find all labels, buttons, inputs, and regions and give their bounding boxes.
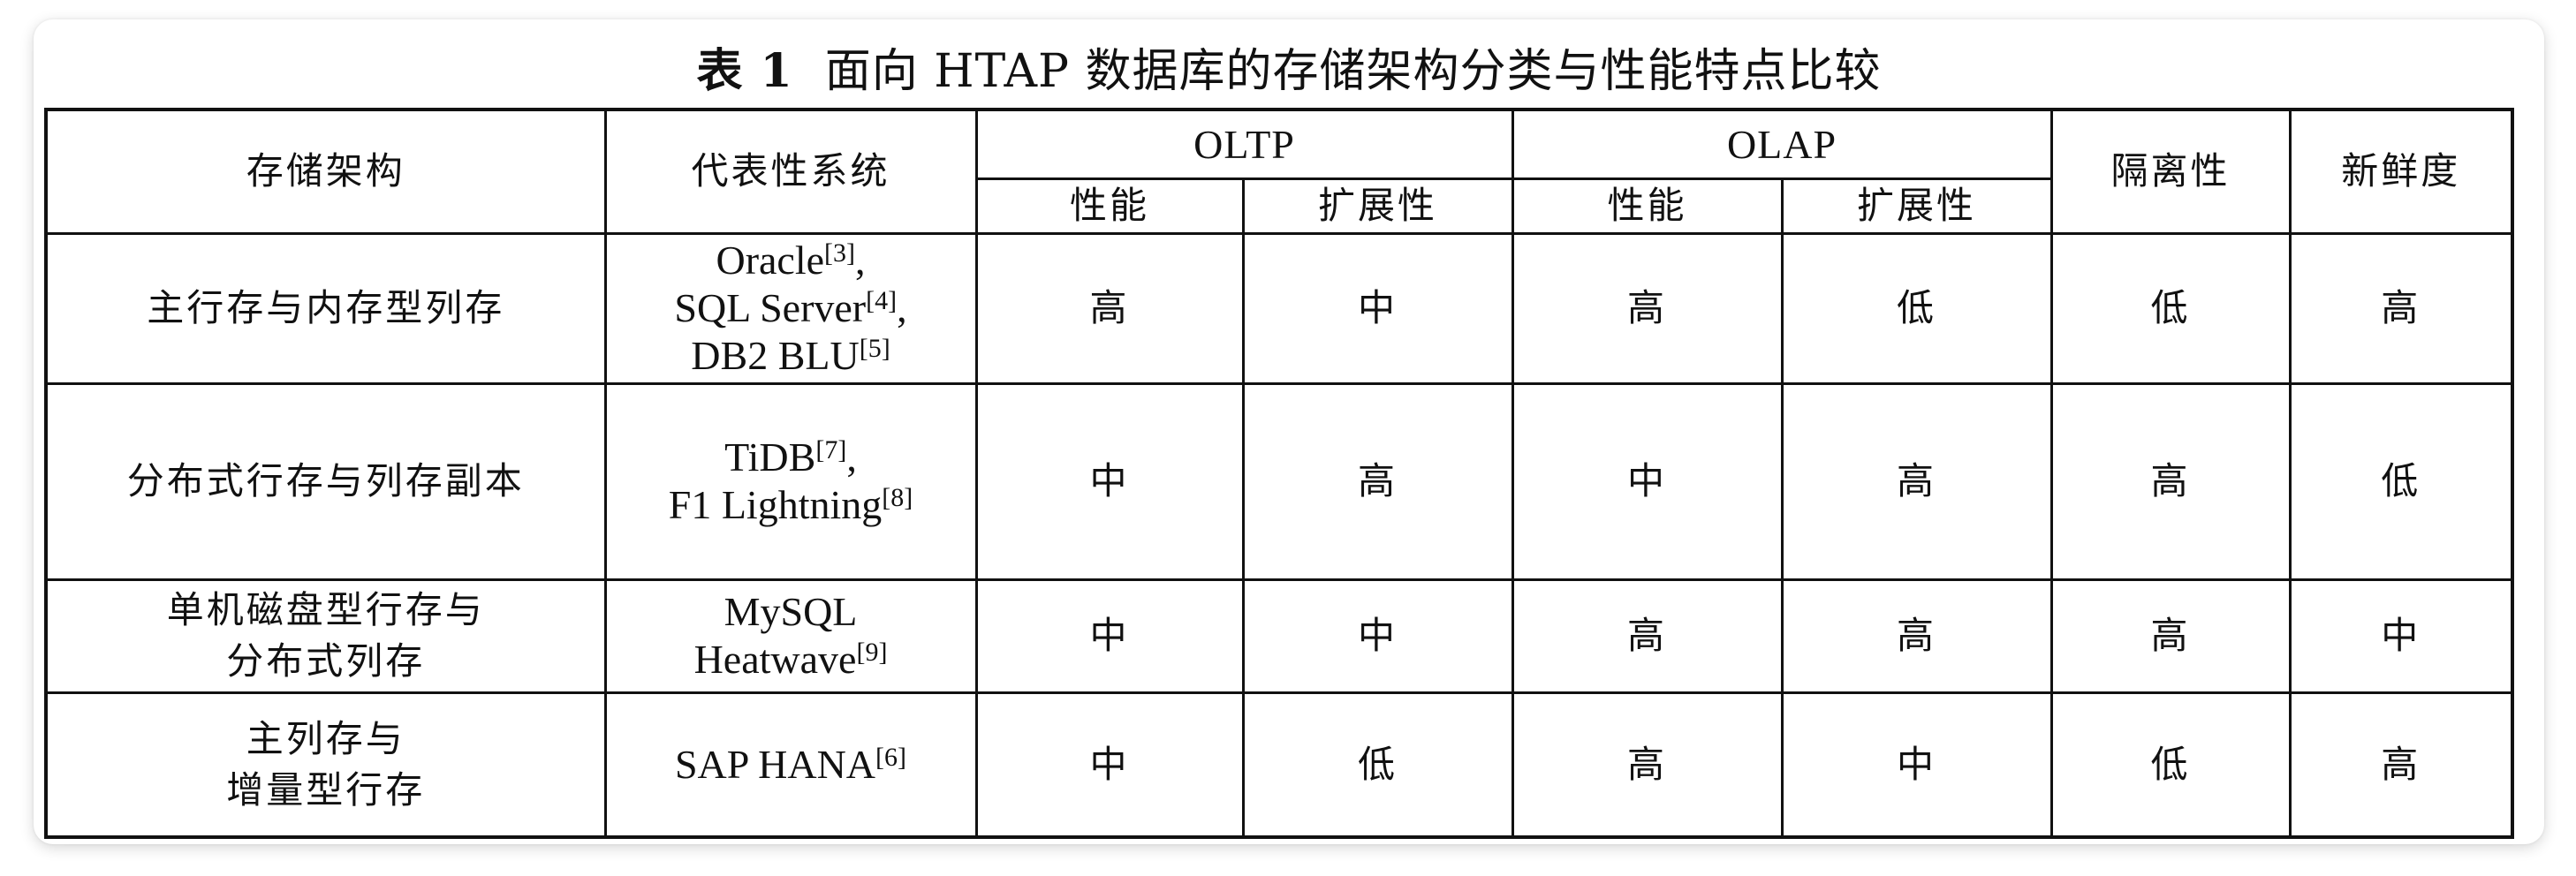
system-separator: , [855,238,866,283]
system-name: Heatwave [693,637,857,682]
system-entry: DB2 BLU[5] [612,332,970,380]
header-systems: 代表性系统 [603,108,978,235]
header-oltp-performance: 性能 [974,177,1245,235]
cell-oltp-scalability: 中 [1241,231,1514,385]
header-row-top: 存储架构 代表性系统 OLTP OLAP 隔离性 新鲜度 [44,108,2514,235]
caption-text: 面向 HTAP 数据库的存储架构分类与性能特点比较 [824,45,1882,98]
citation-ref: [4] [866,286,898,315]
table-row: 分布式行存与列存副本 TiDB[7], F1 Lightning[8] 中高中高高低 [44,381,2514,581]
cell-oltp-scalability: 中 [1241,578,1514,694]
cell-freshness: 高 [2288,691,2514,839]
system-entry: TiDB[7], [612,434,970,481]
cell-freshness: 高 [2288,231,2514,385]
cell-olap-performance: 中 [1511,381,1784,581]
cell-oltp-performance: 中 [974,578,1245,694]
system-name: SQL Server [674,285,867,330]
cell-architecture: 主行存与内存型列存 [44,231,607,385]
header-olap-scalability: 扩展性 [1780,177,2053,235]
system-separator: , [897,285,907,330]
system-entry: Heatwave[9] [612,636,970,683]
cell-systems: SAP HANA[6] [603,691,978,839]
cell-freshness: 中 [2288,578,2514,694]
cell-olap-performance: 高 [1511,231,1784,385]
cell-oltp-performance: 中 [974,381,1245,581]
cell-olap-scalability: 中 [1780,691,2053,839]
citation-ref: [8] [882,483,913,512]
cell-systems: MySQL Heatwave[9] [603,578,978,694]
cell-oltp-performance: 高 [974,231,1245,385]
table-caption: 表 1 面向 HTAP 数据库的存储架构分类与性能特点比较 [34,41,2544,102]
cell-systems: TiDB[7], F1 Lightning[8] [603,381,978,581]
system-entry: MySQL [612,588,970,636]
system-entry: F1 Lightning[8] [612,481,970,529]
cell-olap-scalability: 高 [1780,381,2053,581]
architecture-line: 单机磁盘型行存与 [166,588,485,631]
citation-ref: [7] [815,435,847,464]
citation-ref: [3] [824,238,856,268]
citation-ref: [6] [875,742,907,772]
cell-oltp-performance: 中 [974,691,1245,839]
header-freshness: 新鲜度 [2288,108,2514,235]
header-architecture: 存储架构 [44,108,607,235]
cell-freshness: 低 [2288,381,2514,581]
caption-label: 表 1 [696,44,793,98]
header-olap-performance: 性能 [1511,177,1784,235]
table-body: 主行存与内存型列存 Oracle[3], SQL Server[4], DB2 BLU… [44,231,2514,839]
system-entry: SAP HANA[6] [612,741,970,789]
cell-isolation: 低 [2049,691,2292,839]
cell-olap-performance: 高 [1511,691,1784,839]
comparison-table: 存储架构 代表性系统 OLTP OLAP 隔离性 新鲜度 性能 扩展性 性能 扩… [44,108,2514,839]
system-name: Oracle [716,238,825,283]
cell-architecture: 主列存与 增量型行存 [44,691,607,839]
system-entry: Oracle[3], [612,237,970,284]
system-name: SAP HANA [674,741,876,787]
header-olap: OLAP [1511,108,2053,180]
table-row: 单机磁盘型行存与 分布式列存 MySQL Heatwave[9] 中中高高高中 [44,578,2514,694]
architecture-line: 主列存与 [246,716,405,760]
architecture-line: 主行存与内存型列存 [147,286,505,329]
architecture-line: 分布式行存与列存副本 [126,459,525,502]
citation-ref: [5] [859,334,890,363]
system-entry: SQL Server[4], [612,284,970,332]
cell-olap-performance: 高 [1511,578,1784,694]
cell-architecture: 单机磁盘型行存与 分布式列存 [44,578,607,694]
cell-oltp-scalability: 低 [1241,691,1514,839]
cell-isolation: 低 [2049,231,2292,385]
cell-isolation: 高 [2049,578,2292,694]
architecture-line: 分布式列存 [226,639,426,683]
system-name: TiDB [724,434,816,480]
cell-olap-scalability: 高 [1780,578,2053,694]
table-row: 主列存与 增量型行存 SAP HANA[6] 中低高中低高 [44,691,2514,839]
header-isolation: 隔离性 [2049,108,2292,235]
header-oltp-scalability: 扩展性 [1241,177,1514,235]
system-name: MySQL [724,589,858,634]
cell-olap-scalability: 低 [1780,231,2053,385]
system-name: F1 Lightning [668,482,883,527]
cell-systems: Oracle[3], SQL Server[4], DB2 BLU[5] [603,231,978,385]
architecture-line: 增量型行存 [226,767,426,812]
system-name: DB2 BLU [691,333,860,378]
citation-ref: [9] [856,638,888,667]
header-oltp: OLTP [974,108,1514,180]
cell-oltp-scalability: 高 [1241,381,1514,581]
cell-isolation: 高 [2049,381,2292,581]
table-row: 主行存与内存型列存 Oracle[3], SQL Server[4], DB2 BLU… [44,231,2514,385]
cell-architecture: 分布式行存与列存副本 [44,381,607,581]
system-separator: , [846,434,857,480]
